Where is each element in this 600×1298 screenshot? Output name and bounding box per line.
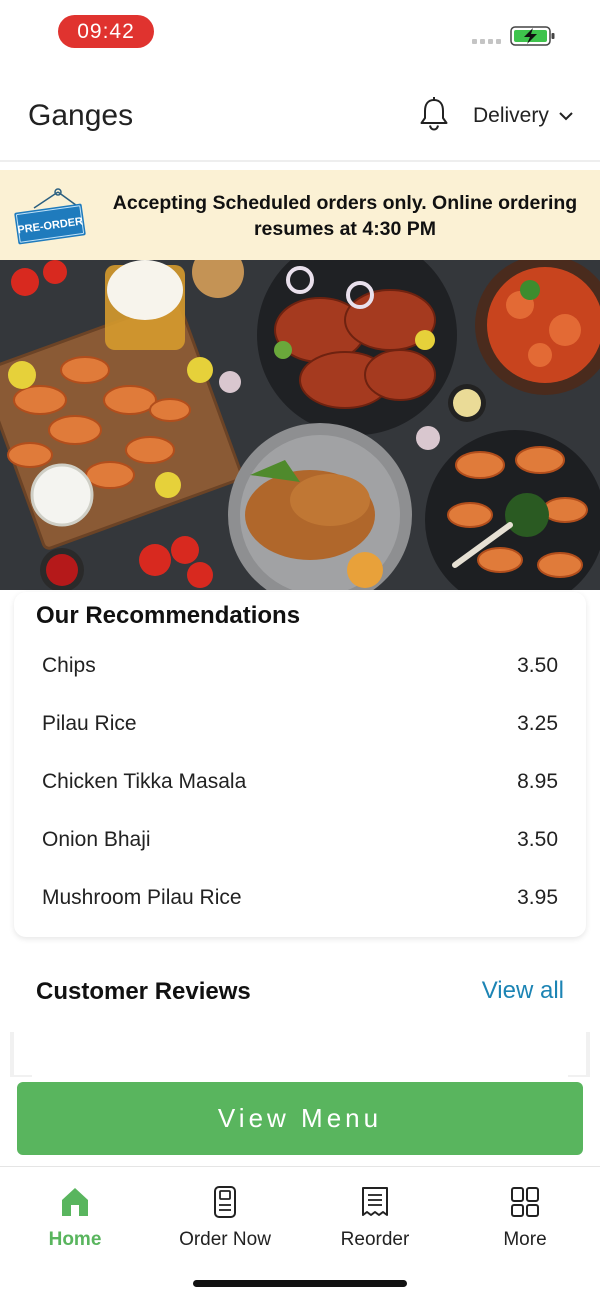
tab-reorder-label: Reorder bbox=[340, 1229, 410, 1250]
status-bar: 09:42 bbox=[0, 0, 600, 62]
item-name: Chicken Tikka Masala bbox=[42, 770, 247, 793]
tab-reorder[interactable]: Reorder bbox=[300, 1185, 450, 1251]
app-header: Ganges Delivery bbox=[0, 62, 600, 162]
bell-icon[interactable] bbox=[417, 96, 451, 132]
recommendation-item[interactable]: Chips 3.50 bbox=[42, 654, 558, 684]
item-price: 3.50 bbox=[517, 654, 558, 677]
item-name: Chips bbox=[42, 654, 96, 677]
battery-charging-icon bbox=[510, 26, 555, 46]
delivery-selector[interactable]: Delivery bbox=[473, 104, 573, 128]
item-price: 8.95 bbox=[517, 770, 558, 793]
tab-order-now-label: Order Now bbox=[179, 1229, 271, 1250]
tab-home-label: Home bbox=[48, 1229, 102, 1250]
preorder-tag-icon: PRE-ORDER bbox=[14, 188, 86, 245]
phone-order-icon bbox=[214, 1186, 236, 1218]
home-indicator bbox=[193, 1280, 407, 1287]
view-all-reviews-link[interactable]: View all bbox=[482, 977, 564, 1005]
view-menu-button[interactable]: View Menu bbox=[17, 1082, 583, 1155]
item-price: 3.25 bbox=[517, 712, 558, 735]
hero-food-image bbox=[0, 260, 600, 590]
recommendations-card: Our Recommendations Chips 3.50 Pilau Ric… bbox=[14, 592, 586, 937]
recommendations-title: Our Recommendations bbox=[36, 602, 301, 629]
restaurant-name: Ganges bbox=[28, 99, 134, 132]
grid-icon bbox=[511, 1187, 539, 1217]
recommendation-item[interactable]: Onion Bhaji 3.50 bbox=[42, 828, 558, 858]
item-name: Pilau Rice bbox=[42, 712, 137, 735]
tab-more[interactable]: More bbox=[450, 1185, 600, 1251]
preorder-banner: PRE-ORDER Accepting Scheduled orders onl… bbox=[0, 170, 600, 260]
item-price: 3.50 bbox=[517, 828, 558, 851]
item-name: Onion Bhaji bbox=[42, 828, 151, 851]
recommendation-item[interactable]: Pilau Rice 3.25 bbox=[42, 712, 558, 742]
status-time: 09:42 bbox=[58, 15, 154, 48]
home-icon bbox=[62, 1188, 88, 1216]
item-name: Mushroom Pilau Rice bbox=[42, 886, 242, 909]
bottom-tab-bar: Home Order Now Reorder More bbox=[0, 1166, 600, 1298]
chevron-down-icon bbox=[559, 111, 573, 120]
recommendation-item[interactable]: Mushroom Pilau Rice 3.95 bbox=[42, 886, 558, 916]
food-spread-illustration bbox=[0, 260, 600, 590]
recommendation-item[interactable]: Chicken Tikka Masala 8.95 bbox=[42, 770, 558, 800]
banner-message: Accepting Scheduled orders only. Online … bbox=[112, 192, 578, 240]
delivery-label: Delivery bbox=[473, 104, 549, 127]
item-price: 3.95 bbox=[517, 886, 558, 909]
tab-order-now[interactable]: Order Now bbox=[150, 1185, 300, 1251]
tab-more-label: More bbox=[503, 1229, 547, 1250]
signal-icon bbox=[472, 39, 501, 44]
reviews-title: Customer Reviews bbox=[36, 978, 251, 1005]
tab-home[interactable]: Home bbox=[0, 1185, 150, 1251]
receipt-icon bbox=[362, 1187, 388, 1216]
